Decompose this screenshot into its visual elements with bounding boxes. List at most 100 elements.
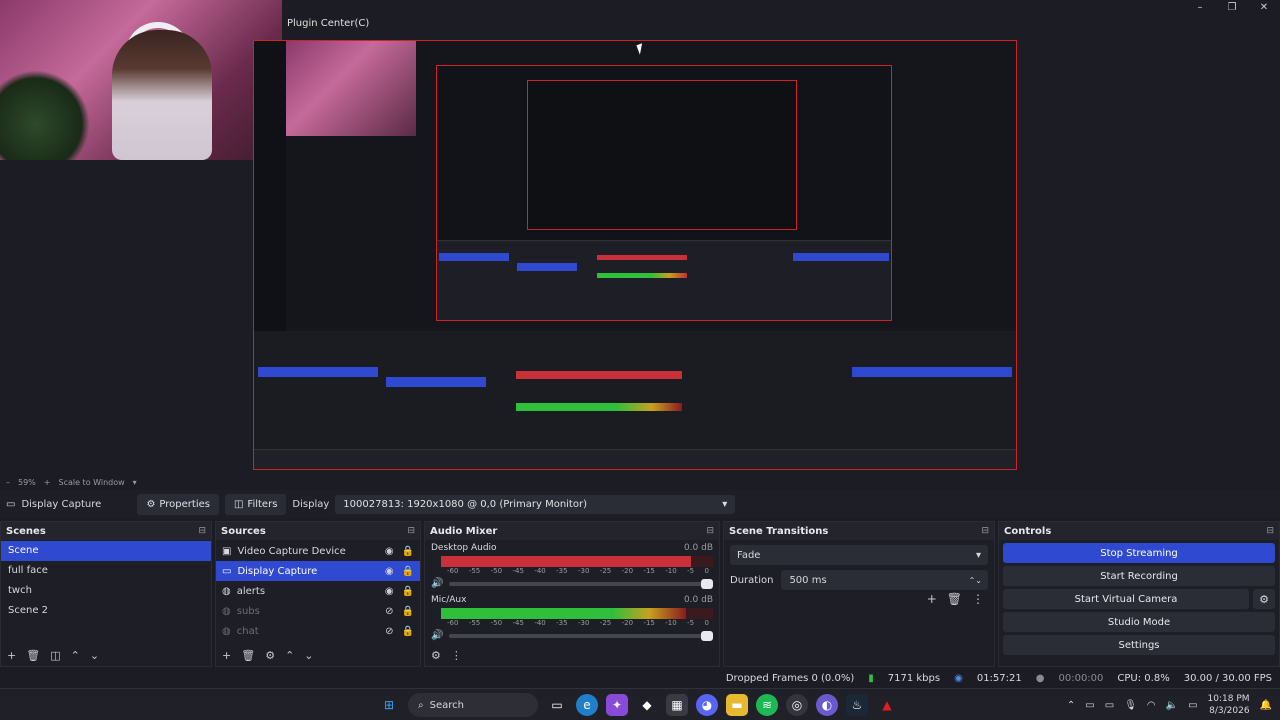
more-icon[interactable]: ⋮: [451, 649, 462, 662]
lock-icon[interactable]: 🔒: [402, 606, 414, 617]
chevron-up-icon[interactable]: ⌃: [1067, 700, 1075, 711]
trash-icon[interactable]: 🗑: [947, 592, 962, 606]
controls-dock: Controls ⊟ Stop Streaming Start Recording…: [998, 521, 1280, 667]
app-icon[interactable]: ◐: [816, 694, 838, 716]
scene-item[interactable]: full face: [1, 561, 211, 581]
tray-app-icon[interactable]: ▭: [1085, 700, 1094, 711]
source-item[interactable]: ◍ chat ⊘ 🔒: [216, 621, 420, 641]
trash-icon[interactable]: 🗑: [26, 649, 40, 662]
eye-icon[interactable]: ◉: [385, 546, 394, 557]
studio-mode-button[interactable]: Studio Mode: [1003, 612, 1275, 632]
wifi-icon[interactable]: ◠: [1147, 700, 1156, 711]
filters-button[interactable]: ◫ Filters: [224, 493, 287, 515]
zoom-in-button[interactable]: +: [44, 478, 51, 487]
eye-icon[interactable]: ◉: [385, 586, 394, 597]
transition-select[interactable]: Fade ▾: [730, 545, 988, 565]
scale-tick: -30: [577, 619, 590, 627]
dock-menu-icon[interactable]: ⊟: [198, 526, 206, 536]
trash-icon[interactable]: 🗑: [241, 649, 255, 662]
lock-icon[interactable]: 🔒: [402, 626, 414, 637]
scene-item[interactable]: Scene: [1, 541, 211, 561]
notification-icon[interactable]: 🔔: [1260, 700, 1272, 711]
gear-icon[interactable]: ⚙: [431, 649, 441, 662]
move-down-icon[interactable]: ⌄: [304, 649, 313, 662]
copilot-icon[interactable]: ✦: [606, 694, 628, 716]
move-up-icon[interactable]: ⌃: [285, 649, 294, 662]
dock-menu-icon[interactable]: ⊟: [407, 526, 415, 536]
filter-icon[interactable]: ◫: [50, 649, 60, 662]
browser-icon: ◍: [222, 625, 231, 637]
eye-hidden-icon[interactable]: ⊘: [385, 626, 393, 637]
zoom-out-button[interactable]: –: [6, 478, 10, 487]
store-icon[interactable]: ▦: [666, 694, 688, 716]
stepper-icon[interactable]: ⌃⌄: [969, 576, 982, 585]
move-down-icon[interactable]: ⌄: [90, 649, 99, 662]
start-virtual-camera-button[interactable]: Start Virtual Camera: [1003, 589, 1249, 609]
maximize-icon[interactable]: ❐: [1216, 2, 1248, 14]
folder-icon[interactable]: ▬: [726, 694, 748, 716]
scene-item[interactable]: twch: [1, 581, 211, 601]
obs-icon[interactable]: ◎: [786, 694, 808, 716]
eye-icon[interactable]: ◉: [385, 566, 394, 577]
edge-icon[interactable]: e: [576, 694, 598, 716]
spotify-icon[interactable]: ≋: [756, 694, 778, 716]
task-view-icon[interactable]: ▭: [546, 694, 568, 716]
browser-icon: ◍: [222, 605, 231, 617]
add-icon[interactable]: +: [927, 592, 937, 606]
settings-button[interactable]: Settings: [1003, 635, 1275, 655]
source-item[interactable]: ▣ Video Capture Device ◉ 🔒: [216, 541, 420, 561]
display-label: Display: [292, 498, 330, 510]
preview-canvas[interactable]: – ❐ ✕ Plugin Center(C): [0, 0, 1280, 474]
taskbar-search[interactable]: ⌕ Search: [408, 693, 538, 717]
close-icon[interactable]: ✕: [1248, 2, 1280, 14]
start-recording-button[interactable]: Start Recording: [1003, 566, 1275, 586]
more-icon[interactable]: ⋮: [972, 592, 984, 606]
chevron-down-icon[interactable]: ▾: [133, 478, 137, 487]
mixer-toolbar: ⚙ ⋮: [425, 644, 719, 666]
add-icon[interactable]: +: [7, 649, 16, 662]
scale-mode[interactable]: Scale to Window: [58, 478, 124, 487]
volume-icon[interactable]: 🔈: [1166, 700, 1178, 711]
volume-slider[interactable]: [449, 630, 713, 641]
source-item[interactable]: ▭ Display Capture ◉ 🔒: [216, 561, 420, 581]
channel-db: 0.0 dB: [683, 595, 713, 605]
search-icon: ⌕: [418, 699, 424, 711]
clock[interactable]: 10:18 PM 8/3/2026: [1208, 693, 1250, 717]
stop-streaming-button[interactable]: Stop Streaming: [1003, 543, 1275, 563]
mixer-channel-desktop: Desktop Audio 0.0 dB -60 -55 -50 -45 -40 -35 -3…: [425, 540, 719, 592]
tray-app-icon[interactable]: ▭: [1105, 700, 1114, 711]
lock-icon[interactable]: 🔒: [402, 586, 414, 597]
lock-icon[interactable]: 🔒: [402, 566, 414, 577]
duration-row: Duration 500 ms ⌃⌄: [730, 570, 988, 590]
add-icon[interactable]: +: [222, 649, 231, 662]
eye-hidden-icon[interactable]: ⊘: [385, 606, 393, 617]
microphone-icon[interactable]: 🎙: [1124, 700, 1137, 711]
maps-icon[interactable]: ◆: [636, 694, 658, 716]
gear-icon[interactable]: ⚙: [265, 649, 275, 662]
volume-slider[interactable]: [449, 578, 713, 589]
scene-item[interactable]: Scene 2: [1, 601, 211, 621]
properties-button[interactable]: ⚙ Properties: [137, 493, 219, 515]
dock-menu-icon[interactable]: ⊟: [981, 526, 989, 536]
dock-menu-icon[interactable]: ⊟: [706, 526, 714, 536]
discord-icon[interactable]: ◕: [696, 694, 718, 716]
source-item[interactable]: ◍ alerts ◉ 🔒: [216, 581, 420, 601]
gear-icon[interactable]: ⚙: [1253, 589, 1275, 609]
steam-icon[interactable]: ♨: [846, 694, 868, 716]
display-select[interactable]: 100027813: 1920x1080 @ 0,0 (Primary Moni…: [335, 494, 736, 514]
scale-tick: -60: [447, 567, 459, 575]
speaker-icon[interactable]: 🔊: [431, 578, 443, 589]
scale-tick: -20: [621, 567, 634, 575]
move-up-icon[interactable]: ⌃: [71, 649, 80, 662]
speaker-icon[interactable]: 🔊: [431, 630, 443, 641]
display-capture-frame[interactable]: [253, 40, 1017, 470]
windows-start-icon[interactable]: ⊞: [378, 694, 400, 716]
minimize-icon[interactable]: –: [1184, 2, 1216, 14]
dock-menu-icon[interactable]: ⊟: [1266, 526, 1274, 536]
battery-icon[interactable]: ▭: [1188, 700, 1197, 711]
duration-input[interactable]: 500 ms ⌃⌄: [781, 570, 988, 590]
lock-icon[interactable]: 🔒: [402, 546, 414, 557]
acrobat-icon[interactable]: ▲: [876, 694, 898, 716]
source-item[interactable]: ◍ subs ⊘ 🔒: [216, 601, 420, 621]
nested-frame: [436, 65, 892, 321]
